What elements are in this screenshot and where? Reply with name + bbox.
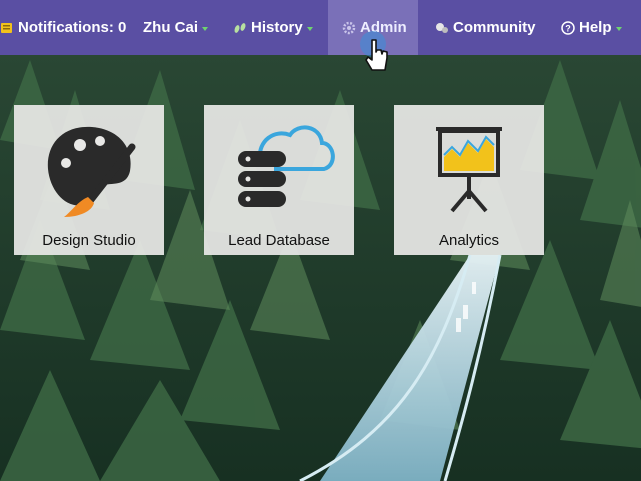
tile-label: Design Studio: [42, 232, 136, 249]
tile-lead-database[interactable]: Lead Database: [204, 105, 354, 255]
help-icon: ?: [561, 20, 575, 35]
nav-community[interactable]: Community: [435, 0, 545, 55]
gear-icon: [342, 21, 356, 35]
presentation-chart-icon: [436, 127, 502, 213]
community-icon: [435, 21, 449, 35]
database-cloud-icon: [238, 125, 335, 207]
chevron-down-icon: [202, 26, 208, 31]
chevron-down-icon: [615, 26, 622, 31]
nav-community-label: Community: [453, 19, 536, 36]
nav-admin-label: Admin: [360, 19, 407, 36]
svg-text:?: ?: [565, 23, 571, 33]
nav-help-label: Help: [579, 19, 612, 36]
tile-label: Analytics: [438, 232, 500, 249]
nav-admin[interactable]: Admin: [328, 0, 418, 55]
top-nav: Notifications: 0 Zhu Cai History Admin C…: [0, 0, 641, 55]
tile-analytics[interactable]: Analytics: [394, 105, 544, 255]
nav-notifications[interactable]: Notifications: 0: [0, 0, 130, 55]
notification-icon: [0, 21, 14, 35]
footprints-icon: [233, 21, 247, 35]
nav-user-menu[interactable]: Zhu Cai: [143, 0, 215, 55]
nav-history-menu[interactable]: History: [233, 0, 323, 55]
chevron-down-icon: [306, 26, 313, 31]
nav-help-menu[interactable]: ? Help: [561, 0, 641, 55]
palette-icon: [47, 126, 136, 217]
tile-label: Lead Database: [228, 232, 330, 249]
nav-user-label: Zhu Cai: [143, 19, 198, 36]
nav-notifications-label: Notifications: 0: [18, 19, 127, 36]
tile-design-studio[interactable]: Design Studio: [14, 105, 164, 255]
nav-history-label: History: [251, 19, 303, 36]
